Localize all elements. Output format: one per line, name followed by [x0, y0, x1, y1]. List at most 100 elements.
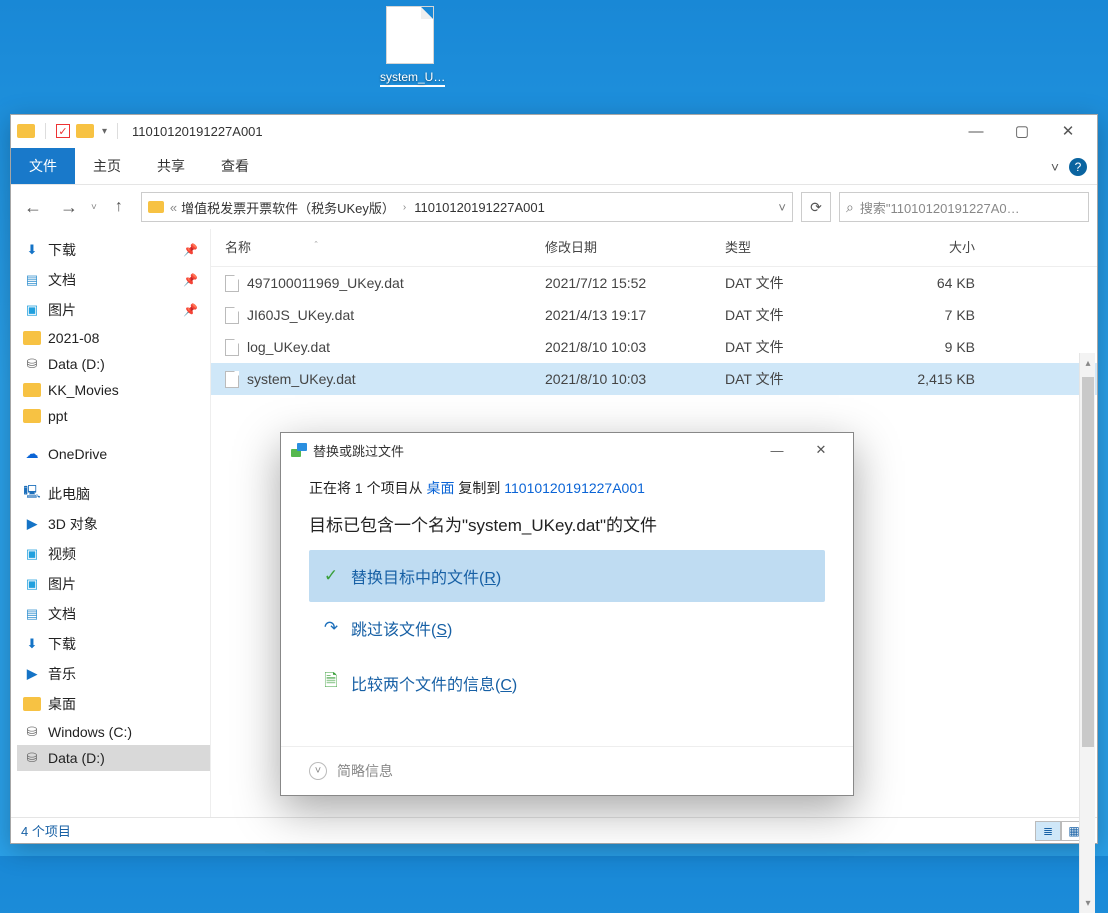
sidebar-item[interactable]: ▣图片📌: [17, 295, 210, 325]
option-label: 比较两个文件的信息(C): [351, 671, 517, 695]
qat-newfolder-icon[interactable]: [76, 124, 94, 138]
sidebar-item[interactable]: ⬇下载📌: [17, 235, 210, 265]
copy-dest-link[interactable]: 11010120191227A001: [504, 480, 645, 496]
dialog-close-button[interactable]: ✕: [799, 436, 843, 464]
tab-home[interactable]: 主页: [75, 148, 139, 184]
dialog-option[interactable]: ✓替换目标中的文件(R): [309, 550, 825, 602]
pic-icon: ▣: [23, 547, 41, 561]
nav-back-button[interactable]: ←: [19, 193, 47, 221]
dialog-option[interactable]: ↷跳过该文件(S): [309, 602, 825, 654]
file-icon: [225, 307, 239, 324]
sidebar-item-label: OneDrive: [48, 446, 107, 462]
dialog-option[interactable]: 🗎比较两个文件的信息(C): [309, 654, 825, 711]
dialog-titlebar: 替换或跳过文件 — ✕: [281, 433, 853, 467]
tab-share[interactable]: 共享: [139, 148, 203, 184]
refresh-button[interactable]: ⟳: [801, 192, 831, 222]
sidebar-item[interactable]: ▤文档: [17, 599, 210, 629]
ribbon-expand-icon[interactable]: ˅: [1051, 159, 1059, 175]
col-name[interactable]: 名称: [225, 237, 251, 256]
sidebar-item[interactable]: ▣ 视频: [17, 539, 210, 569]
file-row[interactable]: system_UKey.dat2021/8/10 10:03DAT 文件2,41…: [211, 363, 1097, 395]
status-bar: 4 个项目 ≣ ▦: [11, 817, 1097, 843]
qat-customize-icon[interactable]: ▾: [102, 126, 107, 137]
maximize-button[interactable]: ▢: [999, 116, 1045, 146]
nav-recent-icon[interactable]: ˅: [91, 202, 97, 213]
blue-icon: ▶: [23, 667, 41, 681]
sidebar-item[interactable]: 🖳此电脑: [17, 479, 210, 509]
titlebar: ✓ ▾ 11010120191227A001 — ▢ ✕: [11, 115, 1097, 147]
sidebar-item-label: 3D 对象: [48, 514, 98, 534]
file-date: 2021/8/10 10:03: [545, 339, 725, 355]
close-button[interactable]: ✕: [1045, 116, 1091, 146]
breadcrumb-dropdown-icon[interactable]: ˅: [778, 200, 786, 215]
scroll-down-icon[interactable]: ▾: [1080, 893, 1096, 913]
drive-icon: ⛁: [23, 357, 41, 371]
sidebar-item[interactable]: ppt: [17, 403, 210, 429]
skip-icon: ↷: [321, 618, 341, 638]
col-size[interactable]: 大小: [875, 237, 985, 256]
sidebar-item[interactable]: ▣图片: [17, 569, 210, 599]
dialog-options: ✓替换目标中的文件(R)↷跳过该文件(S)🗎比较两个文件的信息(C): [281, 550, 853, 711]
sidebar-item[interactable]: ▤文档📌: [17, 265, 210, 295]
window-controls: — ▢ ✕: [953, 116, 1091, 146]
search-input[interactable]: ⌕ 搜索"11010120191227A0…: [839, 192, 1089, 222]
minimize-button[interactable]: —: [953, 116, 999, 146]
breadcrumb-current[interactable]: 11010120191227A001: [414, 200, 545, 215]
sidebar-item[interactable]: ▶音乐: [17, 659, 210, 689]
breadcrumb-parent[interactable]: 增值税发票开票软件（税务UKey版）: [181, 198, 395, 217]
file-row[interactable]: log_UKey.dat2021/8/10 10:03DAT 文件9 KB: [211, 331, 1097, 363]
sidebar-item-label: 文档: [48, 270, 76, 290]
view-details-button[interactable]: ≣: [1035, 821, 1061, 841]
sidebar-item-label: 视频: [48, 544, 76, 564]
nav-forward-button[interactable]: →: [55, 193, 83, 221]
sidebar-item[interactable]: ⛁Data (D:): [17, 745, 210, 771]
file-date: 2021/7/12 15:52: [545, 275, 725, 291]
file-row[interactable]: JI60JS_UKey.dat2021/4/13 19:17DAT 文件7 KB: [211, 299, 1097, 331]
doc-icon: ▤: [23, 273, 41, 287]
help-icon[interactable]: ?: [1069, 158, 1087, 176]
dialog-minimize-button[interactable]: —: [755, 436, 799, 464]
copy-source-link[interactable]: 桌面: [426, 480, 454, 496]
ribbon-right: ˅ ?: [1041, 158, 1097, 184]
col-date[interactable]: 修改日期: [545, 237, 725, 256]
file-row[interactable]: 497100011969_UKey.dat2021/7/12 15:52DAT …: [211, 267, 1097, 299]
file-list: 497100011969_UKey.dat2021/7/12 15:52DAT …: [211, 267, 1097, 395]
sidebar-item[interactable]: ⛁Windows (C:): [17, 719, 210, 745]
replace-skip-dialog: 替换或跳过文件 — ✕ 正在将 1 个项目从 桌面 复制到 1101012019…: [280, 432, 854, 796]
chevron-right-icon: ›: [399, 202, 410, 213]
scroll-thumb[interactable]: [1082, 377, 1094, 747]
sidebar-item-label: Windows (C:): [48, 724, 132, 740]
sidebar-item[interactable]: ⛁Data (D:): [17, 351, 210, 377]
file-size: 7 KB: [875, 307, 985, 323]
sidebar-item[interactable]: 2021-08: [17, 325, 210, 351]
separator: [117, 123, 118, 139]
sidebar-item[interactable]: ⬇ 下载: [17, 629, 210, 659]
col-type[interactable]: 类型: [725, 237, 875, 256]
sidebar-item[interactable]: KK_Movies: [17, 377, 210, 403]
separator: [45, 123, 46, 139]
tab-file[interactable]: 文件: [11, 148, 75, 184]
breadcrumb[interactable]: « 增值税发票开票软件（税务UKey版） › 11010120191227A00…: [141, 192, 793, 222]
dialog-title: 替换或跳过文件: [313, 441, 404, 460]
tab-view[interactable]: 查看: [203, 148, 267, 184]
pic-icon: ▣: [23, 303, 41, 317]
ribbon: 文件 主页 共享 查看 ˅ ?: [11, 147, 1097, 185]
breadcrumb-overflow-icon[interactable]: «: [170, 200, 177, 215]
dl-icon: ⬇: [23, 637, 41, 651]
desktop-file-label: system_U…: [380, 70, 445, 87]
sidebar-item[interactable]: ☁OneDrive: [17, 441, 210, 467]
search-placeholder: 搜索"11010120191227A0…: [860, 198, 1020, 217]
nav-up-button[interactable]: ↑: [105, 193, 133, 221]
sidebar-scrollbar[interactable]: ▴ ▾: [1079, 353, 1095, 913]
doc-icon: ▤: [23, 607, 41, 621]
pc-icon: 🖳: [23, 487, 41, 501]
qat-properties-icon[interactable]: ✓: [56, 124, 70, 138]
sidebar-item[interactable]: ▶3D 对象: [17, 509, 210, 539]
scroll-up-icon[interactable]: ▴: [1080, 353, 1096, 373]
desktop-file-icon[interactable]: system_U…: [380, 6, 440, 87]
dl-icon: ⬇: [23, 243, 41, 257]
column-headers[interactable]: 名称＾ 修改日期 类型 大小: [211, 229, 1097, 267]
dialog-more-details[interactable]: ˅ 简略信息: [281, 746, 853, 795]
sidebar-item[interactable]: 桌面: [17, 689, 210, 719]
sidebar-item-label: 下载: [48, 634, 76, 654]
